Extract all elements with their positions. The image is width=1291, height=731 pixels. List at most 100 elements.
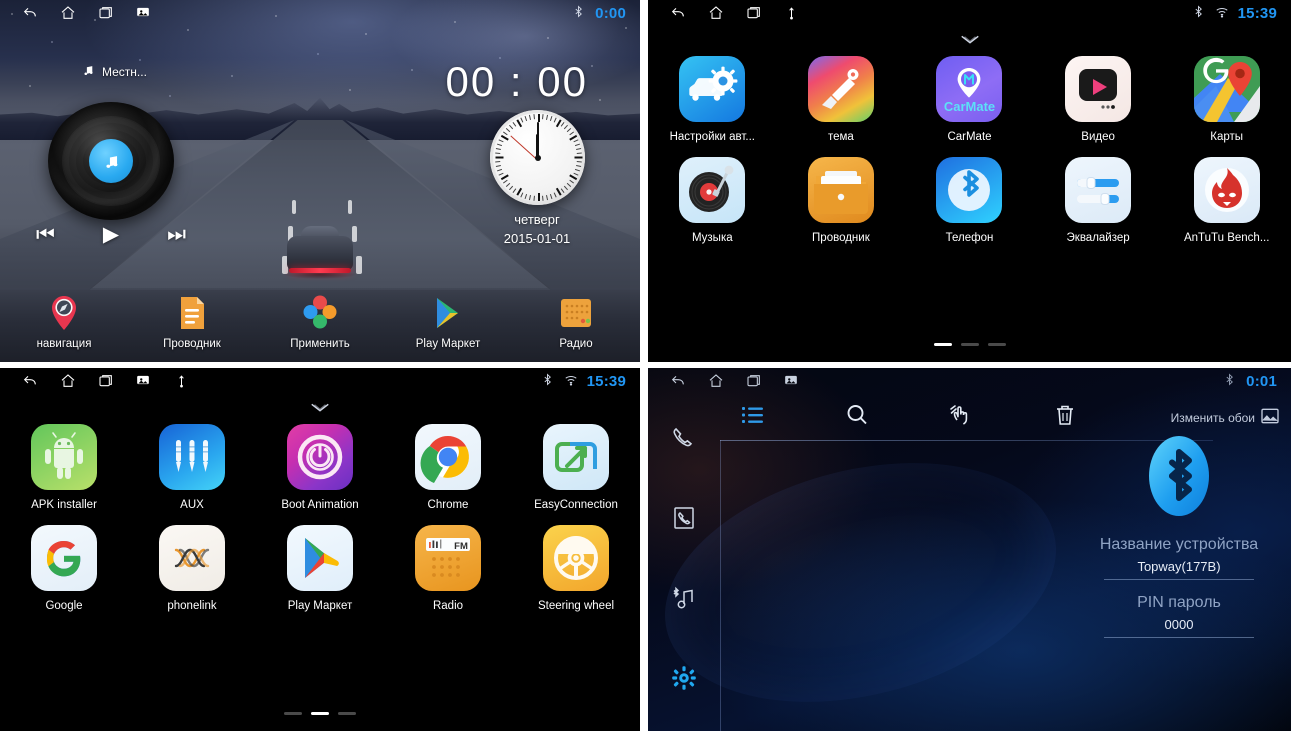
navigation-pin-icon (44, 293, 84, 333)
home-icon[interactable] (708, 5, 724, 21)
back-icon[interactable] (670, 373, 686, 389)
hand-swipe-icon[interactable] (948, 402, 974, 428)
dock-label: Радио (559, 338, 593, 350)
power-boot-icon (287, 424, 353, 490)
pin-value[interactable]: 0000 (1081, 617, 1277, 637)
app-phone[interactable]: Телефон (905, 157, 1034, 244)
clock-tick (537, 114, 540, 122)
app-equalizer[interactable]: Эквалайзер (1034, 157, 1163, 244)
trash-icon[interactable] (1052, 402, 1078, 428)
back-icon[interactable] (670, 5, 686, 21)
app-carmate[interactable]: CarMate CarMate (905, 56, 1034, 143)
screenshot-icon[interactable] (136, 5, 152, 21)
recents-icon[interactable] (746, 5, 762, 21)
app-label: Настройки авт... (669, 131, 755, 143)
app-label: Radio (432, 600, 464, 612)
android-robot-icon (31, 424, 97, 490)
vinyl-record-widget[interactable] (48, 102, 174, 220)
clock-tick (524, 193, 527, 200)
page-dot-1[interactable] (284, 712, 302, 715)
recents-icon[interactable] (98, 5, 114, 21)
page-dot-2[interactable] (311, 712, 329, 715)
phone-handset-icon[interactable] (670, 424, 698, 452)
home-status-bar: 0:00 (0, 0, 640, 26)
home-icon[interactable] (60, 5, 76, 21)
app-steering-wheel[interactable]: Steering wheel (512, 525, 640, 612)
app-apk-installer[interactable]: APK installer (0, 424, 128, 511)
app-play-market[interactable]: Play Маркет (256, 525, 384, 612)
google-g-icon (31, 525, 97, 591)
page-indicator (284, 712, 356, 715)
app-antutu[interactable]: AnTuTu Bench... (1162, 157, 1291, 244)
dock-item-file-manager[interactable]: Проводник (138, 293, 246, 350)
clock-tick (495, 147, 501, 150)
home-icon[interactable] (708, 373, 724, 389)
field-underline (1104, 579, 1254, 580)
app-google[interactable]: Google (0, 525, 128, 612)
clock-tick (549, 115, 552, 122)
app-label: Музыка (691, 232, 733, 244)
gear-icon[interactable] (670, 664, 698, 692)
home-dock: навигация Проводник Применить Play Марке… (0, 288, 640, 362)
change-wallpaper-button[interactable]: Изменить обои (1171, 408, 1279, 427)
page-indicator (933, 343, 1006, 346)
clock-tick (574, 143, 580, 147)
app-easyconnection[interactable]: EasyConnection (512, 424, 640, 511)
recents-icon[interactable] (746, 373, 762, 389)
app-file-explorer[interactable]: Проводник (777, 157, 906, 244)
back-icon[interactable] (22, 373, 38, 389)
next-track-button[interactable]: ⏭ (167, 224, 186, 245)
home-screen-panel: 0:00 Местн... ⏮ ▶ ⏭ 00 : 00 четверг 2015… (0, 0, 640, 362)
list-icon[interactable] (740, 402, 766, 428)
app-chrome[interactable]: Chrome (384, 424, 512, 511)
page-dot-1[interactable] (933, 343, 952, 346)
music-note-icon (82, 64, 95, 80)
page-dot-3[interactable] (338, 712, 356, 715)
app-aux[interactable]: AUX (128, 424, 256, 511)
change-wallpaper-label: Изменить обои (1170, 410, 1255, 425)
app-grid: APK installer AUX Boot Animation Chrome … (0, 424, 640, 612)
chevron-down-icon[interactable] (959, 33, 981, 45)
clock-tick (494, 161, 500, 163)
back-icon[interactable] (22, 5, 38, 21)
easyconnection-icon (543, 424, 609, 490)
page-dot-2[interactable] (960, 343, 979, 346)
app-phonelink[interactable]: phonelink (128, 525, 256, 612)
previous-track-button[interactable]: ⏮ (36, 224, 55, 245)
contacts-book-icon[interactable] (670, 504, 698, 532)
screenshot-icon[interactable] (136, 373, 152, 389)
clock-tick (532, 114, 535, 120)
usb-icon[interactable] (174, 373, 190, 389)
usb-icon[interactable] (784, 5, 800, 21)
analog-clock-widget (490, 110, 585, 205)
dock-item-apply-theme[interactable]: Применить (266, 293, 374, 350)
app-music[interactable]: Музыка (648, 157, 777, 244)
music-app-button[interactable] (89, 139, 133, 183)
device-name-value[interactable]: Topway(177B) (1081, 559, 1277, 579)
chevron-down-icon[interactable] (309, 401, 331, 413)
clock-tick (575, 165, 581, 168)
page-dot-3[interactable] (987, 343, 1006, 346)
recents-icon[interactable] (98, 373, 114, 389)
app-boot-animation[interactable]: Boot Animation (256, 424, 384, 511)
bt-music-icon[interactable] (670, 584, 698, 612)
app-label: Телефон (945, 232, 994, 244)
play-button[interactable]: ▶ (103, 224, 119, 245)
app-label: Проводник (812, 232, 870, 244)
clock-tick (498, 139, 504, 143)
app-car-settings[interactable]: Настройки авт... (648, 56, 777, 143)
dock-item-radio[interactable]: Радио (522, 293, 630, 350)
search-icon[interactable] (844, 402, 870, 428)
now-playing-label: Местн... (102, 65, 147, 79)
dock-item-play-store[interactable]: Play Маркет (394, 293, 502, 350)
home-icon[interactable] (60, 373, 76, 389)
app-drawer-page2-panel: 15:39 APK installer AUX Boot Animation C… (0, 368, 640, 731)
dock-item-navigation[interactable]: навигация (10, 293, 118, 350)
clock-center-pin (534, 154, 541, 161)
screenshot-icon[interactable] (784, 373, 800, 389)
app-radio[interactable]: FM Radio (384, 525, 512, 612)
clock-tick (566, 182, 571, 187)
app-video[interactable]: Видео (1034, 56, 1163, 143)
app-maps[interactable]: Карты (1162, 56, 1291, 143)
app-theme[interactable]: тема (777, 56, 906, 143)
